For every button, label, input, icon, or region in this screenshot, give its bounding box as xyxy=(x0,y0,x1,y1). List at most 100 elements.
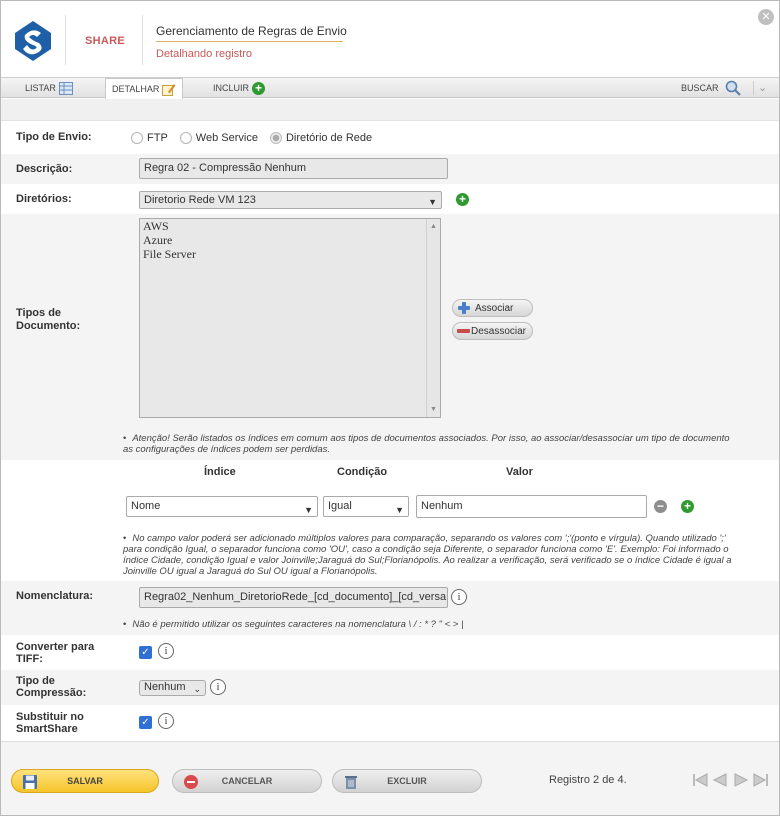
label-line: Converter para xyxy=(16,641,95,653)
tipo-compressao-select[interactable]: Nenhum ⌄ xyxy=(139,680,206,696)
save-button[interactable]: SALVAR xyxy=(11,769,159,793)
associar-button[interactable]: Associar xyxy=(452,299,533,317)
label-substituir: Substituir no SmartShare xyxy=(16,711,84,735)
tab-incluir[interactable]: INCLUIR + xyxy=(213,78,266,98)
title-underline xyxy=(156,41,343,42)
note-indices: • No campo valor poderá ser adicionado mú… xyxy=(123,533,732,577)
label-tipos-documento: Tipos de Documento: xyxy=(16,307,80,333)
list-icon xyxy=(58,81,73,95)
chevron-down-icon: ▼ xyxy=(395,505,404,515)
info-icon[interactable]: i xyxy=(158,713,174,729)
trash-icon xyxy=(345,776,357,789)
desassociar-button[interactable]: Desassociar xyxy=(452,322,533,340)
condicao-select-value: Igual xyxy=(328,500,352,512)
label-tipo-envio: Tipo de Envio: xyxy=(16,131,92,143)
note-text: Atenção! Serão listados os índices em co… xyxy=(132,433,730,444)
info-icon[interactable]: i xyxy=(158,643,174,659)
scroll-up-icon[interactable]: ▲ xyxy=(430,223,437,230)
indice-select-value: Nome xyxy=(131,500,161,512)
row-substituir: Substituir no SmartShare ✓ i xyxy=(1,706,779,741)
nomenclatura-input[interactable]: Regra02_Nenhum_DiretorioRede_[cd_documen… xyxy=(139,587,448,608)
footer: SALVAR CANCELAR EXCLUIR Registro 2 de 4. xyxy=(1,741,779,815)
note-line: índice Cidade, condição Igual e valor Jo… xyxy=(123,555,732,566)
label-nomenclatura: Nomenclatura: xyxy=(16,590,94,602)
plus-icon xyxy=(457,301,471,315)
smartshare-logo-icon xyxy=(15,21,51,61)
previous-record-icon[interactable] xyxy=(711,771,729,789)
chevron-down-icon: ▼ xyxy=(428,197,437,207)
row-converter-tiff: Converter para TIFF: ✓ i xyxy=(1,636,779,669)
label-tipo-compressao: Tipo de Compressão: xyxy=(16,675,86,699)
label-line: TIFF: xyxy=(16,653,43,665)
tab-listar[interactable]: LISTAR xyxy=(25,78,73,98)
associar-label: Associar xyxy=(475,302,514,314)
add-indice-icon[interactable]: + xyxy=(681,500,694,513)
tipo-compressao-value: Nenhum xyxy=(144,681,186,693)
list-item[interactable]: AWS xyxy=(140,219,440,233)
cancel-button[interactable]: CANCELAR xyxy=(172,769,322,793)
delete-button[interactable]: EXCLUIR xyxy=(332,769,482,793)
note-tipos-documento: • Atenção! Serão listados os índices em c… xyxy=(123,433,730,455)
label-line: Documento: xyxy=(16,320,81,332)
edit-icon xyxy=(162,83,176,96)
radio-group-tipo-envio: FTP Web Service Diretório de Rede xyxy=(131,132,380,144)
chevron-down-icon: ⌄ xyxy=(193,684,201,694)
page-title: Gerenciamento de Regras de Envio xyxy=(156,24,347,38)
note-line: as configurações de índices podem ser pe… xyxy=(123,444,331,455)
tipos-documento-list[interactable]: AWS Azure File Server ▲ ▼ xyxy=(139,218,441,418)
note-nomenclatura: • Não é permitido utilizar os seguintes c… xyxy=(123,619,463,630)
header: SHARE Gerenciamento de Regras de Envio D… xyxy=(1,1,779,77)
record-counter: Registro 2 de 4. xyxy=(549,774,627,786)
radio-label-diretorio-rede: Diretório de Rede xyxy=(285,132,373,144)
radio-ftp[interactable] xyxy=(131,132,143,144)
close-icon[interactable]: ✕ xyxy=(758,9,774,25)
scrollbar[interactable]: ▲ ▼ xyxy=(426,219,440,417)
label-line: Tipos de xyxy=(16,307,62,319)
note-line: Joinville OU igual a Jaraguá do Sul OU i… xyxy=(123,566,378,577)
col-header-valor: Valor xyxy=(506,466,533,478)
cancel-icon xyxy=(184,775,198,789)
first-record-icon[interactable] xyxy=(691,771,709,789)
converter-tiff-checkbox[interactable]: ✓ xyxy=(139,646,152,659)
info-icon[interactable]: i xyxy=(210,679,226,695)
tab-label: LISTAR xyxy=(25,83,56,93)
last-record-icon[interactable] xyxy=(752,771,770,789)
page-subtitle: Detalhando registro xyxy=(156,48,253,60)
search-icon[interactable] xyxy=(725,80,741,96)
note-line: • No campo valor poderá ser adicionado mú… xyxy=(123,533,732,544)
remove-indice-icon[interactable]: − xyxy=(654,500,667,513)
search-label[interactable]: BUSCAR xyxy=(681,78,719,98)
list-item[interactable]: Azure xyxy=(140,233,440,247)
add-diretorio-icon[interactable]: + xyxy=(456,193,469,206)
info-icon[interactable]: i xyxy=(451,589,467,605)
descricao-input[interactable]: Regra 02 - Compressão Nenhum xyxy=(139,158,448,179)
indice-select[interactable]: Nome ▼ xyxy=(126,496,318,517)
chevron-down-icon: ▼ xyxy=(304,505,313,515)
condicao-select[interactable]: Igual ▼ xyxy=(323,496,409,517)
label-converter-tiff: Converter para TIFF: xyxy=(16,641,94,665)
list-item[interactable]: File Server xyxy=(140,247,440,261)
brand-name: SHARE xyxy=(85,35,126,47)
note-line: • Atenção! Serão listados os índices em c… xyxy=(123,433,730,444)
desassociar-label: Desassociar xyxy=(470,325,526,337)
spacer-band xyxy=(1,99,779,121)
substituir-checkbox[interactable]: ✓ xyxy=(139,716,152,729)
tab-label: DETALHAR xyxy=(112,84,160,94)
valor-input[interactable]: Nenhum xyxy=(416,495,647,518)
note-line: para condição Igual, o separador funcion… xyxy=(123,544,729,555)
window: SHARE Gerenciamento de Regras de Envio D… xyxy=(0,0,780,816)
toolbar: LISTAR DETALHAR INCLUIR + BUSCAR ⌄ xyxy=(1,77,779,99)
bullet: • xyxy=(123,533,127,544)
radio-diretorio-rede[interactable] xyxy=(269,132,282,144)
divider xyxy=(65,15,66,65)
scroll-down-icon[interactable]: ▼ xyxy=(430,406,437,413)
next-record-icon[interactable] xyxy=(732,771,750,789)
label-descricao: Descrição: xyxy=(16,163,73,175)
tab-detalhar[interactable]: DETALHAR xyxy=(105,78,184,99)
note-text: Não é permitido utilizar os seguintes ca… xyxy=(132,619,464,630)
diretorios-select[interactable]: Diretorio Rede VM 123 ▼ xyxy=(139,191,442,209)
add-icon: + xyxy=(252,81,266,95)
radio-web-service[interactable] xyxy=(179,132,192,144)
label-line: Substituir no xyxy=(16,711,84,723)
chevron-down-icon[interactable]: ⌄ xyxy=(753,81,767,95)
